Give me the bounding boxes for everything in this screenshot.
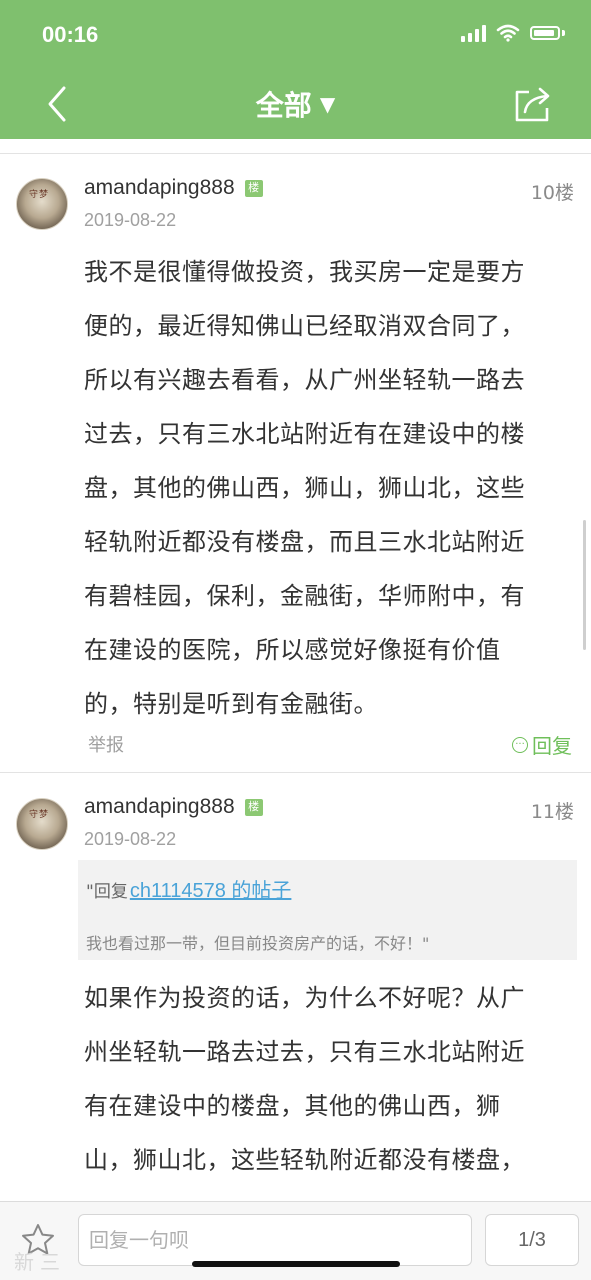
floor-badge: 楼	[244, 798, 263, 816]
page-indicator-button[interactable]: 1/3	[485, 1214, 579, 1266]
username: amandaping888	[84, 176, 235, 199]
post-floor-11: 守梦 amandaping888 楼 11楼 2019-08-22 "回复 ch…	[0, 773, 591, 1201]
comment-icon: ···	[512, 736, 528, 753]
reply-button[interactable]: ··· 回复	[512, 730, 572, 759]
text-line: 州坐轻轨一路去过去，只有三水北站附近	[84, 1038, 525, 1066]
quote-prefix: "回复	[86, 882, 128, 902]
wifi-icon	[496, 24, 520, 42]
post-author[interactable]: amandaping888 楼	[84, 176, 263, 200]
reply-label: 回复	[532, 734, 572, 758]
post-floor-10: 守梦 amandaping888 楼 10楼 2019-08-22 我不是很懂得…	[0, 154, 591, 773]
text-line: 所以有兴趣去看看，从广州坐轻轨一路去	[84, 366, 525, 394]
quote-header: "回复 ch1114578 的帖子	[86, 874, 291, 903]
bottom-reply-bar: 回复一句呗 1/3	[0, 1201, 591, 1280]
text-line: 轻轨附近都没有楼盘，而且三水北站附近	[84, 528, 525, 556]
post-date: 2019-08-22	[84, 829, 177, 849]
watermark: 新三	[14, 1250, 66, 1274]
text-line: 盘，其他的佛山西，狮山，狮山北，这些	[84, 474, 525, 502]
post-body: 我不是很懂得做投资，我买房一定是要方 便的，最近得知佛山已经取消双合同了， 所以…	[84, 245, 580, 731]
scrollbar[interactable]	[583, 520, 586, 650]
report-button[interactable]: 举报	[88, 731, 124, 757]
battery-cap	[562, 30, 565, 36]
nav-title: 全部	[255, 89, 312, 122]
text-line: 在建设的医院，所以感觉好像挺有价值	[84, 636, 501, 664]
app-header: 00:16 全部 ▼	[0, 0, 591, 139]
status-time: 00:16	[42, 22, 99, 47]
quoted-post-link[interactable]: ch1114578 的帖子	[130, 874, 292, 903]
text-line: 我不是很懂得做投资，我买房一定是要方	[84, 258, 525, 286]
divider	[0, 139, 591, 154]
signal-icon	[461, 24, 486, 42]
floor-badge: 楼	[244, 179, 263, 197]
post-body: 如果作为投资的话，为什么不好呢？从广 州坐轻轨一路去过去，只有三水北站附近 有在…	[84, 971, 580, 1201]
caret-down-icon: ▼	[319, 92, 336, 116]
text-line: 而且三水北站附近有碧桂园，保利，金融	[84, 1187, 580, 1201]
text-line: 的，特别是听到有金融街。	[84, 690, 378, 718]
reply-input[interactable]: 回复一句呗	[78, 1214, 472, 1266]
quote-text: 我也看过那一带，但目前投资房产的话，不好！"	[86, 934, 430, 953]
thread-content: 守梦 amandaping888 楼 10楼 2019-08-22 我不是很懂得…	[0, 139, 591, 1201]
share-icon[interactable]	[513, 84, 553, 124]
nav-title-dropdown[interactable]: 全部 ▼	[0, 84, 591, 124]
username: amandaping888	[84, 795, 235, 818]
post-date: 2019-08-22	[84, 210, 177, 230]
text-line: 便的，最近得知佛山已经取消双合同了，	[84, 312, 525, 340]
avatar[interactable]: 守梦	[16, 178, 68, 230]
home-indicator[interactable]	[192, 1261, 400, 1267]
text-line: 过去，只有三水北站附近有在建设中的楼	[84, 420, 525, 448]
text-line: 有碧桂园，保利，金融街，华师附中，有	[84, 582, 525, 610]
floor-number: 10楼	[530, 182, 574, 204]
avatar[interactable]: 守梦	[16, 798, 68, 850]
text-line: 山，狮山北，这些轻轨附近都没有楼盘，	[84, 1146, 525, 1174]
floor-number: 11楼	[530, 801, 574, 823]
quoted-reply: "回复 ch1114578 的帖子 我也看过那一带，但目前投资房产的话，不好！"	[78, 860, 577, 960]
status-icons	[461, 24, 565, 42]
text-line: 有在建设中的楼盘，其他的佛山西，狮	[84, 1092, 501, 1120]
post-author[interactable]: amandaping888 楼	[84, 795, 263, 819]
text-line: 如果作为投资的话，为什么不好呢？从广	[84, 984, 525, 1012]
battery-icon	[530, 26, 560, 40]
